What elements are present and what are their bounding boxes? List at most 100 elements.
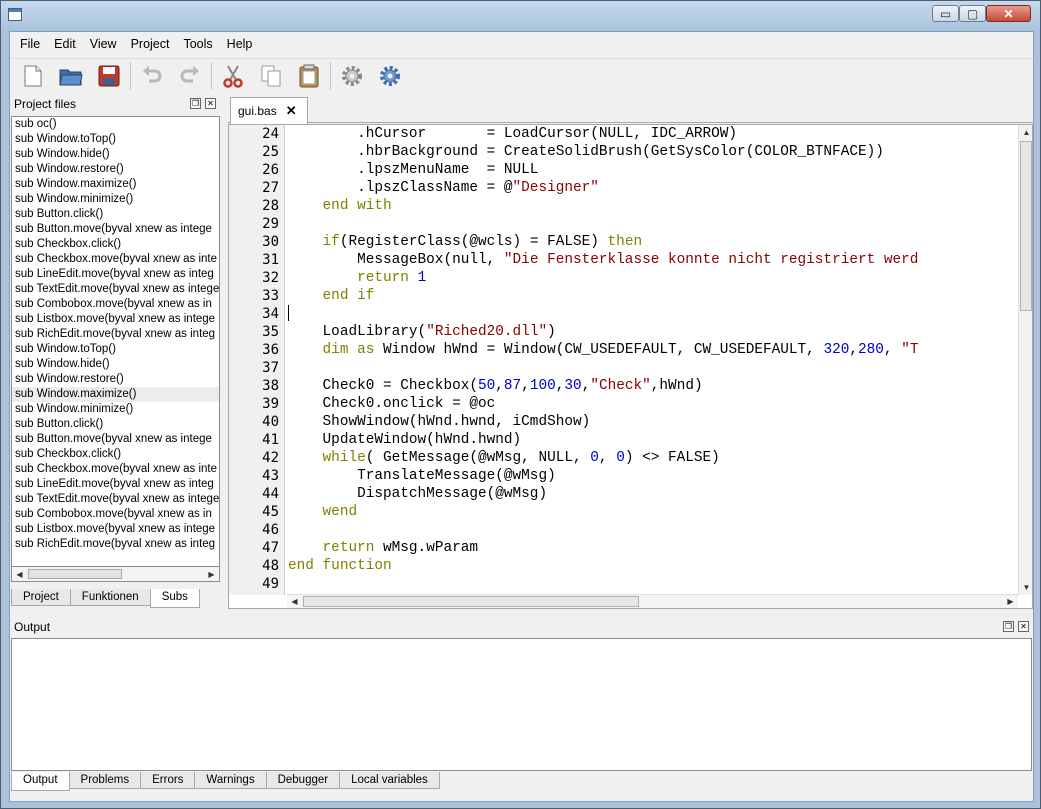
maximize-button[interactable]: ▢ (959, 5, 986, 22)
sub-list-item[interactable]: sub Button.click() (12, 207, 219, 222)
code-line[interactable]: TranslateMessage(@wMsg) (288, 467, 1018, 485)
run-button[interactable] (375, 61, 405, 91)
close-button[interactable]: ✕ (986, 5, 1031, 22)
sub-list-item[interactable]: sub Checkbox.click() (12, 237, 219, 252)
code-line[interactable]: .hCursor = LoadCursor(NULL, IDC_ARROW) (288, 125, 1018, 143)
sub-list-item[interactable]: sub Combobox.move(byval xnew as in (12, 297, 219, 312)
settings-button[interactable] (337, 61, 367, 91)
tab-project[interactable]: Project (11, 589, 71, 606)
tab-local-variables[interactable]: Local variables (339, 772, 440, 789)
horizontal-scrollbar[interactable]: ◀ ▶ (287, 594, 1018, 608)
sub-list-item[interactable]: sub Window.restore() (12, 372, 219, 387)
scroll-thumb[interactable] (303, 596, 639, 607)
menu-view[interactable]: View (83, 32, 124, 56)
output-text-area[interactable] (11, 638, 1032, 771)
sub-list-item[interactable]: sub RichEdit.move(byval xnew as integ (12, 537, 219, 552)
scroll-down-arrow[interactable]: ▼ (1020, 581, 1032, 594)
float-panel-button[interactable]: ❐ (190, 98, 201, 109)
code-line[interactable] (288, 521, 1018, 539)
sub-list-item[interactable]: sub Window.hide() (12, 357, 219, 372)
save-button[interactable] (94, 61, 124, 91)
sub-list-item[interactable]: sub Window.minimize() (12, 402, 219, 417)
scroll-left-arrow[interactable]: ◀ (288, 595, 301, 608)
sub-list-item[interactable]: sub Window.toTop() (12, 132, 219, 147)
code-line[interactable]: .lpszMenuName = NULL (288, 161, 1018, 179)
menu-tools[interactable]: Tools (176, 32, 219, 56)
minimize-button[interactable]: ▭ (932, 5, 959, 22)
sub-list-item[interactable]: sub Button.move(byval xnew as intege (12, 222, 219, 237)
code-line[interactable] (288, 215, 1018, 233)
code-line[interactable]: LoadLibrary("Riched20.dll") (288, 323, 1018, 341)
menu-edit[interactable]: Edit (47, 32, 83, 56)
sub-list-item[interactable]: sub TextEdit.move(byval xnew as intege (12, 492, 219, 507)
scroll-left-arrow[interactable]: ◀ (13, 568, 26, 581)
sub-list-item[interactable]: sub LineEdit.move(byval xnew as integ (12, 477, 219, 492)
tab-problems[interactable]: Problems (68, 772, 142, 789)
subs-list[interactable]: sub oc() sub Window.toTop() sub Window.hid… (11, 116, 220, 567)
tab-warnings[interactable]: Warnings (194, 772, 267, 789)
code-line[interactable]: while( GetMessage(@wMsg, NULL, 0, 0) <> … (288, 449, 1018, 467)
menu-project[interactable]: Project (124, 32, 177, 56)
code-line[interactable] (288, 305, 1018, 323)
sub-list-item[interactable]: sub RichEdit.move(byval xnew as integ (12, 327, 219, 342)
sub-list-item[interactable]: sub Listbox.move(byval xnew as intege (12, 312, 219, 327)
code-line[interactable]: UpdateWindow(hWnd.hwnd) (288, 431, 1018, 449)
sub-list-item[interactable]: sub Checkbox.move(byval xnew as inte (12, 252, 219, 267)
scroll-thumb[interactable] (28, 569, 122, 579)
close-panel-button[interactable]: ✕ (205, 98, 216, 109)
float-panel-button[interactable]: ❐ (1003, 621, 1014, 632)
redo-button[interactable] (175, 61, 205, 91)
menu-file[interactable]: File (13, 32, 47, 56)
copy-button[interactable] (256, 61, 286, 91)
horizontal-scrollbar[interactable]: ◀ ▶ (11, 566, 220, 582)
vertical-scrollbar[interactable]: ▲ ▼ (1018, 125, 1032, 595)
code-line[interactable]: .hbrBackground = CreateSolidBrush(GetSys… (288, 143, 1018, 161)
cut-button[interactable] (218, 61, 248, 91)
scroll-up-arrow[interactable]: ▲ (1020, 126, 1032, 139)
undo-button[interactable] (137, 61, 167, 91)
sub-list-item[interactable]: sub TextEdit.move(byval xnew as intege (12, 282, 219, 297)
code-line[interactable]: ShowWindow(hWnd.hwnd, iCmdShow) (288, 413, 1018, 431)
paste-button[interactable] (294, 61, 324, 91)
sub-list-item[interactable]: sub Window.toTop() (12, 342, 219, 357)
sub-list-item[interactable]: sub Listbox.move(byval xnew as intege (12, 522, 219, 537)
code-line[interactable]: end if (288, 287, 1018, 305)
close-panel-button[interactable]: ✕ (1018, 621, 1029, 632)
tab-output[interactable]: Output (11, 772, 70, 791)
open-button[interactable] (56, 61, 86, 91)
code-line[interactable] (288, 359, 1018, 377)
code-line[interactable]: return wMsg.wParam (288, 539, 1018, 557)
tab-errors[interactable]: Errors (140, 772, 196, 789)
code-line[interactable]: end with (288, 197, 1018, 215)
code-line[interactable]: end function (288, 557, 1018, 575)
sub-list-item[interactable]: sub Button.click() (12, 417, 219, 432)
code-line[interactable]: Check0 = Checkbox(50,87,100,30,"Check",h… (288, 377, 1018, 395)
code-line[interactable]: .lpszClassName = @"Designer" (288, 179, 1018, 197)
scroll-right-arrow[interactable]: ▶ (205, 568, 218, 581)
sub-list-item[interactable]: sub Combobox.move(byval xnew as in (12, 507, 219, 522)
code-line[interactable]: if(RegisterClass(@wcls) = FALSE) then (288, 233, 1018, 251)
code-line[interactable]: dim as Window hWnd = Window(CW_USEDEFAUL… (288, 341, 1018, 359)
sub-list-item[interactable]: sub LineEdit.move(byval xnew as integ (12, 267, 219, 282)
scroll-thumb[interactable] (1020, 141, 1032, 311)
sub-list-item[interactable]: sub Checkbox.move(byval xnew as inte (12, 462, 219, 477)
code-line[interactable]: DispatchMessage(@wMsg) (288, 485, 1018, 503)
sub-list-item[interactable]: sub oc() (12, 117, 219, 132)
tab-subs[interactable]: Subs (149, 589, 200, 608)
scroll-right-arrow[interactable]: ▶ (1004, 595, 1017, 608)
new-file-button[interactable] (18, 61, 48, 91)
code-line[interactable] (288, 575, 1018, 593)
menu-help[interactable]: Help (220, 32, 260, 56)
code-text[interactable]: .hCursor = LoadCursor(NULL, IDC_ARROW) .… (288, 125, 1018, 595)
sub-list-item[interactable]: sub Window.maximize() (12, 387, 219, 402)
code-line[interactable]: return 1 (288, 269, 1018, 287)
editor-tab[interactable]: gui.bas ✕ (230, 97, 308, 124)
sub-list-item[interactable]: sub Window.maximize() (12, 177, 219, 192)
close-tab-icon[interactable]: ✕ (286, 103, 297, 119)
code-line[interactable]: Check0.onclick = @oc (288, 395, 1018, 413)
title-bar[interactable]: ▭ ▢ ✕ (1, 1, 1040, 31)
sub-list-item[interactable]: sub Checkbox.click() (12, 447, 219, 462)
sub-list-item[interactable]: sub Button.move(byval xnew as intege (12, 432, 219, 447)
code-editor[interactable]: 24 25 26 27 28 29 30 31 32 33 34 35 36 37 38 39 40 41 42 43… (228, 124, 1033, 609)
code-line[interactable]: wend (288, 503, 1018, 521)
